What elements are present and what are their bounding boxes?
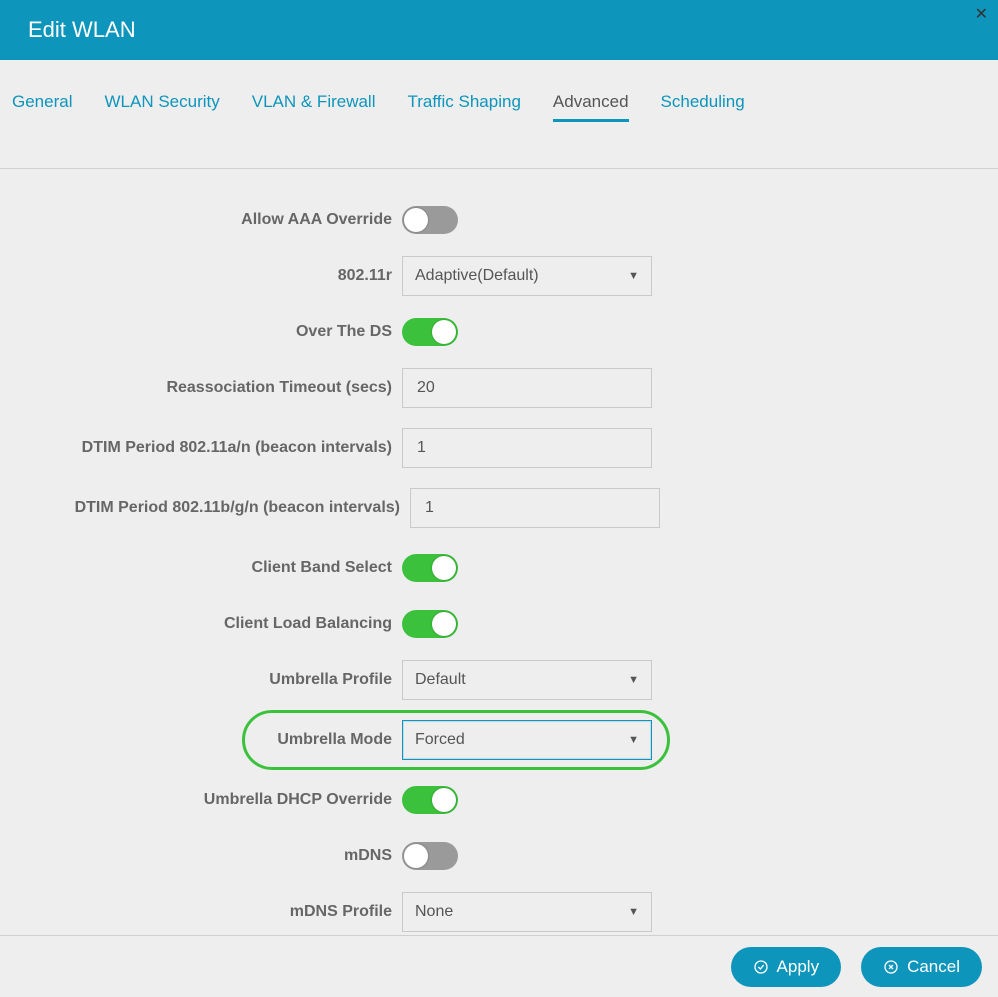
- cancel-button[interactable]: Cancel: [861, 947, 982, 987]
- tab-vlan-firewall[interactable]: VLAN & Firewall: [252, 92, 376, 122]
- cancel-button-label: Cancel: [907, 957, 960, 977]
- label-allow-aaa-override: Allow AAA Override: [0, 211, 400, 229]
- toggle-client-band-select[interactable]: [402, 554, 458, 582]
- toggle-client-load-balancing[interactable]: [402, 610, 458, 638]
- tab-advanced[interactable]: Advanced: [553, 92, 629, 122]
- tab-scheduling[interactable]: Scheduling: [661, 92, 745, 122]
- chevron-down-icon: ▼: [628, 270, 639, 282]
- select-mdns-profile-value: None: [415, 903, 453, 921]
- footer-bar: Apply Cancel: [0, 935, 998, 997]
- chevron-down-icon: ▼: [628, 906, 639, 918]
- label-dtim-bgn: DTIM Period 802.11b/g/n (beacon interval…: [0, 499, 408, 517]
- input-dtim-bgn[interactable]: [410, 488, 660, 528]
- toggle-umbrella-dhcp-override[interactable]: [402, 786, 458, 814]
- page-title: Edit WLAN: [28, 17, 136, 43]
- label-umbrella-mode: Umbrella Mode: [0, 731, 400, 749]
- input-reassociation-timeout[interactable]: [402, 368, 652, 408]
- label-dtim-an: DTIM Period 802.11a/n (beacon intervals): [0, 439, 400, 457]
- select-802-11r-value: Adaptive(Default): [415, 267, 539, 285]
- input-dtim-an[interactable]: [402, 428, 652, 468]
- label-mdns-profile: mDNS Profile: [0, 903, 400, 921]
- toggle-allow-aaa-override[interactable]: [402, 206, 458, 234]
- advanced-form: Allow AAA Override 802.11r Adaptive(Defa…: [0, 169, 998, 933]
- toggle-over-the-ds[interactable]: [402, 318, 458, 346]
- apply-button[interactable]: Apply: [731, 947, 842, 987]
- label-802-11r: 802.11r: [0, 267, 400, 285]
- x-circle-icon: [883, 959, 899, 975]
- label-reassociation-timeout: Reassociation Timeout (secs): [0, 379, 400, 397]
- select-umbrella-profile-value: Default: [415, 671, 466, 689]
- tab-traffic-shaping[interactable]: Traffic Shaping: [408, 92, 521, 122]
- chevron-down-icon: ▼: [628, 734, 639, 746]
- titlebar: Edit WLAN ✕: [0, 0, 998, 60]
- label-mdns: mDNS: [0, 847, 400, 865]
- tab-bar: General WLAN Security VLAN & Firewall Tr…: [0, 82, 998, 132]
- toggle-mdns[interactable]: [402, 842, 458, 870]
- select-mdns-profile[interactable]: None ▼: [402, 892, 652, 932]
- label-client-load-balancing: Client Load Balancing: [0, 615, 400, 633]
- select-umbrella-mode-value: Forced: [415, 731, 465, 749]
- select-802-11r[interactable]: Adaptive(Default) ▼: [402, 256, 652, 296]
- tab-general[interactable]: General: [12, 92, 72, 122]
- select-umbrella-profile[interactable]: Default ▼: [402, 660, 652, 700]
- label-umbrella-dhcp-override: Umbrella DHCP Override: [0, 791, 400, 809]
- check-circle-icon: [753, 959, 769, 975]
- label-client-band-select: Client Band Select: [0, 559, 400, 577]
- apply-button-label: Apply: [777, 957, 820, 977]
- tab-wlan-security[interactable]: WLAN Security: [104, 92, 219, 122]
- chevron-down-icon: ▼: [628, 674, 639, 686]
- close-icon[interactable]: ✕: [975, 4, 988, 24]
- label-over-the-ds: Over The DS: [0, 323, 400, 341]
- label-umbrella-profile: Umbrella Profile: [0, 671, 400, 689]
- select-umbrella-mode[interactable]: Forced ▼: [402, 720, 652, 760]
